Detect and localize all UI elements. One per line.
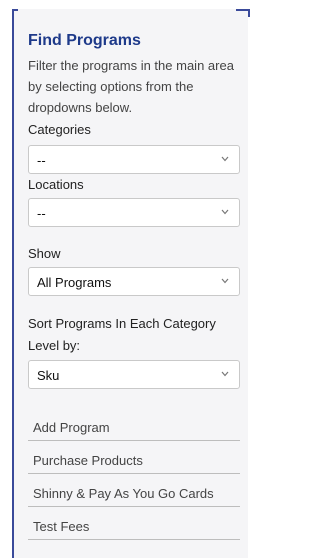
link-shinny-pay-cards[interactable]: Shinny & Pay As You Go Cards	[28, 479, 240, 507]
locations-label: Locations	[28, 177, 84, 192]
link-purchase-products[interactable]: Purchase Products	[28, 446, 240, 474]
categories-label: Categories	[28, 122, 91, 137]
sort-label-line1: Sort Programs In Each Category	[28, 316, 216, 331]
show-label: Show	[28, 246, 61, 261]
locations-select[interactable]: --	[28, 198, 240, 227]
link-test-fees[interactable]: Test Fees	[28, 512, 240, 540]
link-label: Add Program	[33, 420, 110, 435]
link-label: Shinny & Pay As You Go Cards	[33, 486, 214, 501]
panel-description: Filter the programs in the main area by …	[28, 58, 234, 115]
categories-select[interactable]: --	[28, 145, 240, 174]
chevron-down-icon	[221, 209, 229, 215]
locations-select-value: --	[37, 206, 46, 221]
link-add-program[interactable]: Add Program	[28, 413, 240, 441]
chevron-down-icon	[221, 156, 229, 162]
sort-select-value: Sku	[37, 368, 60, 383]
chevron-down-icon	[221, 371, 229, 377]
panel-corner-decoration	[248, 9, 250, 17]
sort-label-line2: Level by:	[28, 338, 81, 353]
show-select-value: All Programs	[37, 275, 112, 290]
link-label: Test Fees	[33, 519, 90, 534]
link-label: Purchase Products	[33, 453, 143, 468]
panel-corner-decoration	[12, 9, 18, 11]
sort-select[interactable]: Sku	[28, 360, 240, 389]
panel-title: Find Programs	[28, 32, 141, 49]
chevron-down-icon	[221, 278, 229, 284]
show-select[interactable]: All Programs	[28, 267, 240, 296]
categories-select-value: --	[37, 153, 46, 168]
